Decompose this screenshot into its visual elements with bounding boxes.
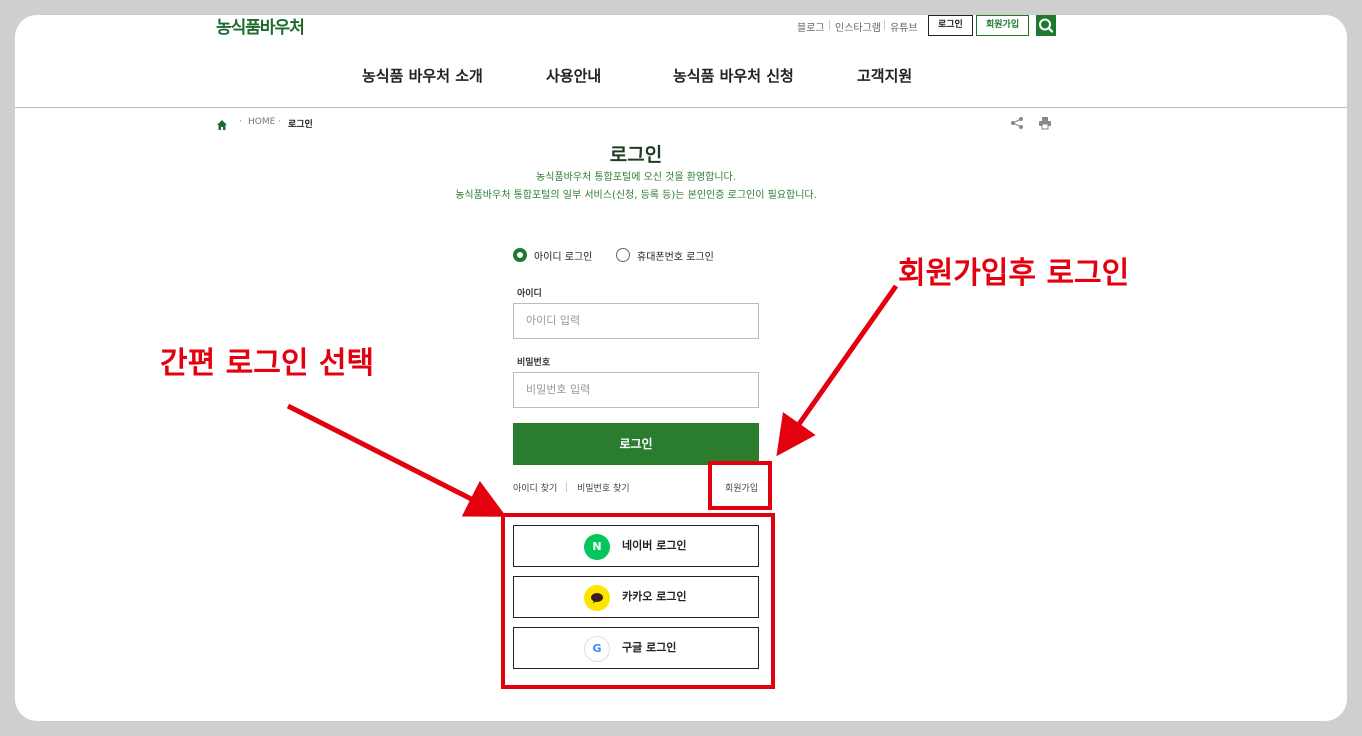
arrow-to-join [776,284,899,457]
arrow-to-social [286,403,507,517]
page-card: 농식품바우처 블로그 인스타그램 유튜브 로그인 회원가입 농식품 바우처 소개… [15,15,1347,721]
annotation-arrows [286,284,899,517]
